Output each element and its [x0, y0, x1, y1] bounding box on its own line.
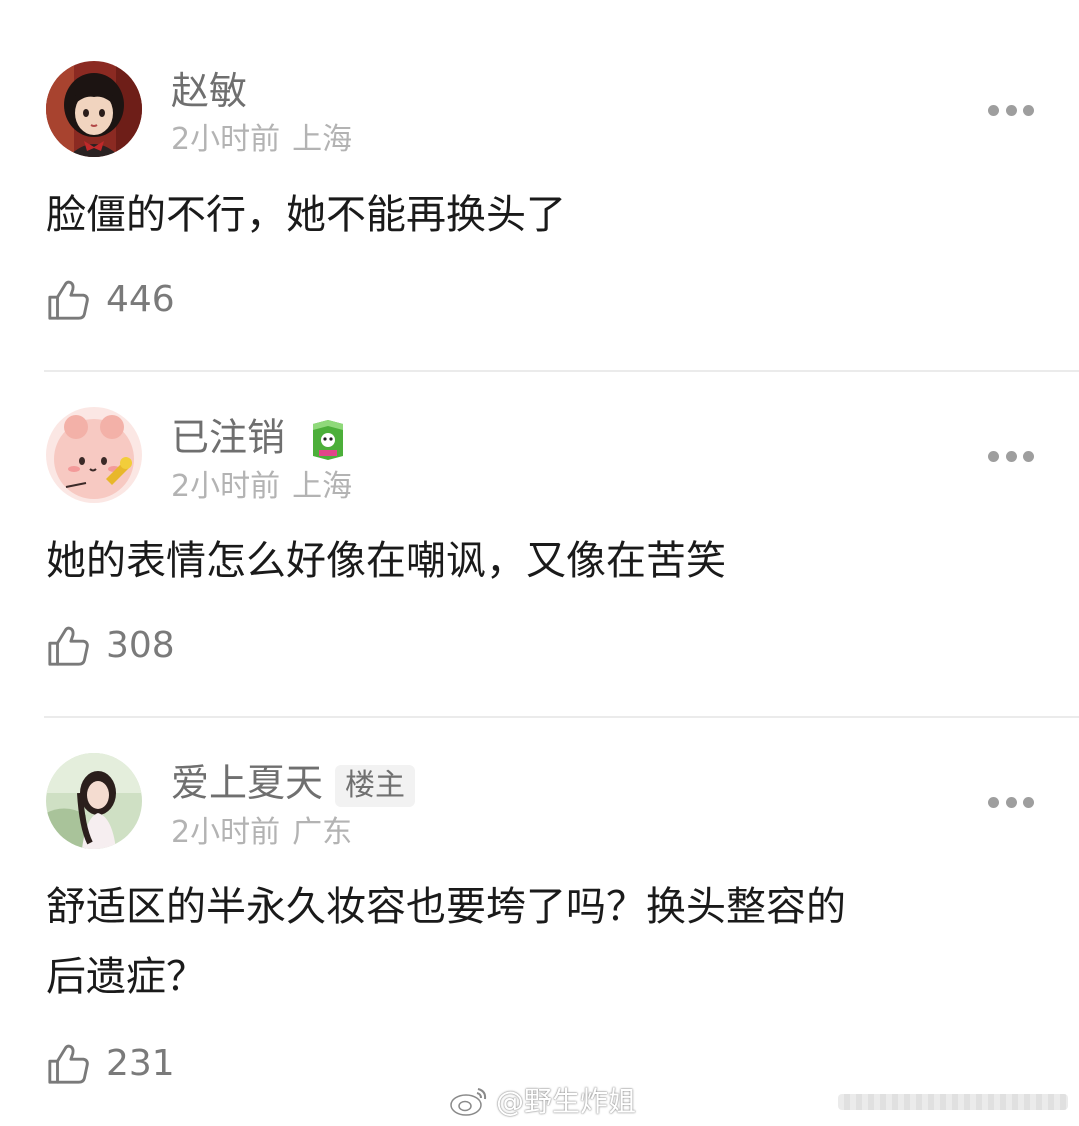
like-button[interactable]: 308 [46, 622, 175, 670]
comment-location: 广东 [292, 815, 353, 850]
watermark-bar [838, 1094, 1068, 1110]
like-count: 446 [106, 279, 175, 320]
watermark: @野生炸姐 [448, 1082, 636, 1118]
comment-location: 上海 [292, 122, 353, 157]
like-count: 231 [106, 1043, 175, 1084]
divider [44, 716, 1079, 718]
like-button[interactable]: 231 [46, 1040, 175, 1088]
avatar-pink-cartoon-icon [46, 407, 142, 503]
username-text: 爱上夏天 [171, 761, 324, 805]
comment-text: 她的表情怎么好像在嘲讽，又像在苦笑 [46, 538, 726, 584]
comment-text-line: 舒适区的半永久妆容也要垮了吗？换头整容的 [46, 884, 846, 930]
username[interactable]: 已注销 [171, 418, 347, 462]
more-options-icon[interactable] [988, 450, 1034, 462]
green-medal-icon [313, 420, 344, 460]
username[interactable]: 赵敏 [171, 72, 247, 110]
comment-time: 2小时前 [171, 122, 281, 157]
more-options-icon[interactable] [988, 104, 1034, 116]
weibo-logo-icon [450, 1088, 487, 1116]
comment-meta: 2小时前 上海 [171, 472, 352, 502]
like-button[interactable]: 446 [46, 276, 175, 324]
user-avatar[interactable] [46, 61, 142, 157]
comment-text-line: 后遗症？ [46, 954, 206, 1000]
comment-text: 脸僵的不行，她不能再换头了 [46, 192, 566, 238]
op-badge: 楼主 [335, 764, 416, 807]
avatar-girl-photo-icon [46, 753, 142, 849]
comment-time: 2小时前 [171, 815, 281, 850]
more-options-icon[interactable] [988, 796, 1034, 808]
comment-meta: 2小时前 广东 [171, 818, 352, 848]
comment-text: 舒适区的半永久妆容也要垮了吗？换头整容的 后遗症？ [46, 872, 1036, 1012]
comment-time: 2小时前 [171, 469, 281, 504]
divider [44, 370, 1079, 372]
thumbs-up-icon [48, 1044, 89, 1084]
watermark-text: @野生炸姐 [496, 1085, 637, 1118]
username[interactable]: 爱上夏天 楼主 [171, 761, 416, 807]
thumbs-up-icon [48, 280, 89, 320]
thumbs-up-icon [48, 626, 89, 666]
user-avatar[interactable] [46, 407, 142, 503]
comment-meta: 2小时前 上海 [171, 125, 352, 155]
username-text: 已注销 [171, 415, 286, 460]
avatar-girl-bob-hair-icon [46, 61, 142, 157]
user-avatar[interactable] [46, 753, 142, 849]
comment-location: 上海 [292, 469, 353, 504]
like-count: 308 [106, 625, 175, 666]
